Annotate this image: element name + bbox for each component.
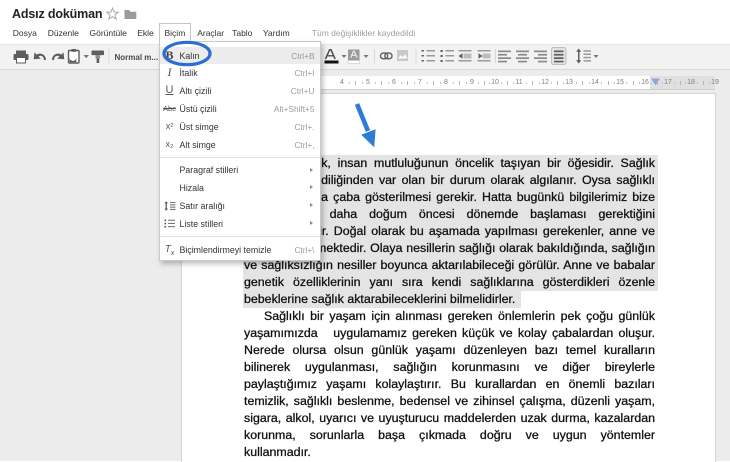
svg-text:Normal m...: Normal m... (115, 53, 159, 62)
